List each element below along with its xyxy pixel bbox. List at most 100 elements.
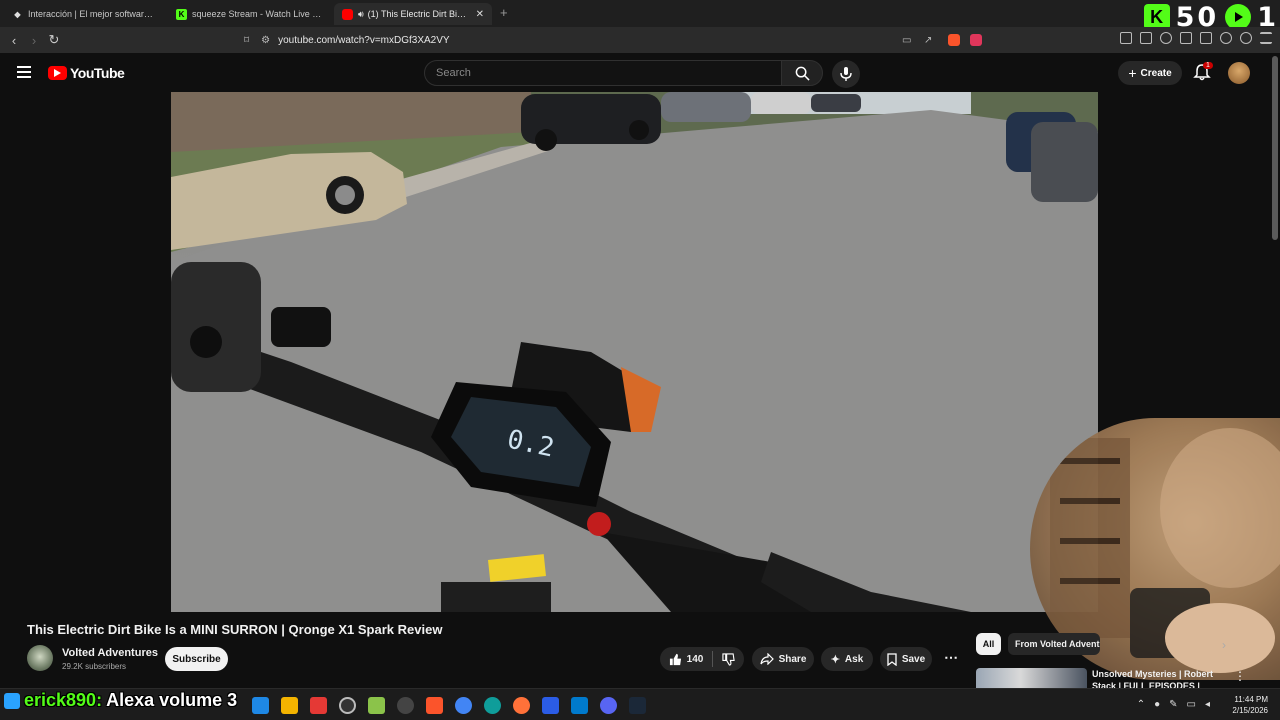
subscribe-button[interactable]: Subscribe	[165, 647, 228, 671]
page-scrollbar[interactable]	[1272, 56, 1278, 240]
share-button[interactable]: Share	[752, 647, 814, 671]
chat-username: erick890:	[24, 690, 103, 710]
youtube-icon	[342, 8, 353, 20]
menu-icon[interactable]	[1260, 32, 1272, 44]
new-tab-button[interactable]: +	[500, 5, 508, 20]
speaker-icon: 🔊︎	[358, 8, 364, 19]
recommendation-menu-icon[interactable]: ⋮	[1234, 669, 1246, 683]
voice-search-button[interactable]	[832, 60, 860, 88]
dislike-button[interactable]	[722, 652, 736, 666]
stream-chat-overlay: erick890: Alexa volume 3	[4, 690, 237, 711]
address-bar[interactable]: ⌑ ⚙︎ youtube.com/watch?v=mxDGf3XA2VY ▭ ↗	[244, 30, 994, 50]
ask-button[interactable]: ✦ Ask	[821, 647, 873, 671]
reload-icon[interactable]: ↻	[44, 32, 64, 48]
video-player[interactable]: 0.2	[171, 92, 1098, 612]
discord-icon[interactable]	[600, 697, 617, 714]
chat-message: Alexa volume 3	[106, 690, 238, 710]
chat-badge-icon	[4, 692, 20, 709]
wallet-icon[interactable]	[1140, 32, 1152, 44]
forward-icon[interactable]: ›	[24, 33, 44, 48]
create-button[interactable]: + Create	[1118, 61, 1182, 85]
screen: ◆ Interacción | El mejor software para p…	[0, 0, 1280, 720]
subscriber-count: 29.2K subscribers	[62, 662, 127, 671]
share-page-icon[interactable]: ↗	[924, 35, 932, 46]
app-icon[interactable]	[397, 697, 414, 714]
notification-badge: 1	[1203, 62, 1213, 69]
shield-icon[interactable]	[368, 697, 385, 714]
diamond-icon: ◆	[14, 9, 21, 19]
save-button[interactable]: Save	[880, 647, 932, 671]
tab-kick-stream[interactable]: K squeeze Stream - Watch Live on Kick	[168, 3, 333, 25]
account-avatar[interactable]	[1228, 62, 1250, 84]
music-icon[interactable]	[1160, 32, 1172, 44]
mic-tray-icon[interactable]: ●	[1154, 699, 1160, 710]
url-text: youtube.com/watch?v=mxDGf3XA2VY	[278, 34, 450, 46]
recommendation-title[interactable]: Unsolved Mysteries | Robert Stack | FULL…	[1092, 668, 1220, 690]
youtube-logo[interactable]: YouTube	[48, 65, 125, 81]
brave-icon[interactable]	[426, 697, 443, 714]
search-input[interactable]: Search	[424, 60, 782, 86]
volume-icon[interactable]: ◂	[1205, 699, 1210, 710]
create-label: Create	[1140, 67, 1172, 79]
chip-all[interactable]: All	[976, 633, 1001, 655]
site-info-icon[interactable]: ⚙︎	[261, 35, 270, 46]
chevron-right-icon[interactable]: ›	[1222, 638, 1226, 652]
like-button[interactable]: 140	[669, 653, 703, 666]
youtube-play-icon	[48, 66, 67, 80]
pen-icon[interactable]: ✎	[1169, 699, 1177, 710]
monitor-icon[interactable]: ▭	[1187, 699, 1196, 710]
app-icon[interactable]	[339, 697, 356, 714]
edge-icon[interactable]	[484, 697, 501, 714]
more-actions-icon[interactable]: ⋯	[944, 649, 958, 666]
brave-rewards-icon[interactable]	[970, 34, 982, 46]
back-icon[interactable]: ‹	[4, 33, 24, 48]
share-label: Share	[778, 653, 807, 665]
app-icon[interactable]	[542, 697, 559, 714]
like-divider	[712, 651, 714, 667]
wallet-card-icon[interactable]	[1200, 32, 1212, 44]
tab-label: squeeze Stream - Watch Live on Kick	[192, 9, 325, 19]
search-button[interactable]	[781, 60, 823, 86]
clock-time: 11:44 PM	[1234, 695, 1268, 704]
firefox-icon[interactable]	[513, 697, 530, 714]
netflix-icon[interactable]	[310, 697, 327, 714]
ask-label: Ask	[844, 653, 864, 665]
cast-icon[interactable]: ▭	[902, 35, 911, 46]
leo-icon[interactable]	[1220, 32, 1232, 44]
browser-tab-strip: ◆ Interacción | El mejor software para p…	[0, 0, 1280, 27]
plus-icon: +	[1128, 65, 1137, 81]
browser-toolbar: ‹ › ↻ ⌑ ⚙︎ youtube.com/watch?v=mxDGf3XA2…	[0, 27, 1280, 53]
chevron-up-icon[interactable]: ⌃	[1137, 699, 1145, 710]
recommendation-thumbnail[interactable]	[976, 668, 1087, 690]
kick-icon: K	[176, 8, 187, 20]
extension-icons	[1120, 32, 1272, 44]
taskbar-apps	[252, 697, 646, 714]
vpn-icon[interactable]	[1240, 32, 1252, 44]
vscode-icon[interactable]	[571, 697, 588, 714]
share-icon	[759, 653, 774, 665]
video-frame: 0.2	[171, 92, 1098, 612]
bookmark-save-icon	[887, 652, 897, 666]
save-label: Save	[901, 653, 926, 665]
brave-shields-icon[interactable]	[948, 34, 960, 46]
sidebar-icon[interactable]	[1180, 32, 1192, 44]
app-icon[interactable]	[252, 697, 269, 714]
channel-name[interactable]: Volted Adventures	[62, 647, 158, 659]
channel-avatar[interactable]	[27, 645, 53, 671]
guide-menu-icon[interactable]	[17, 66, 31, 78]
tab-youtube-video[interactable]: 🔊︎ (1) This Electric Dirt Bike Is a M ✕	[334, 3, 492, 25]
close-icon[interactable]: ✕	[476, 9, 484, 20]
system-clock[interactable]: 11:44 PM 2/15/2026	[1232, 694, 1268, 716]
tab-label: (1) This Electric Dirt Bike Is a M	[367, 9, 470, 19]
bookmark-icon[interactable]: ⌑	[244, 35, 249, 46]
clock-date: 2/15/2026	[1232, 706, 1268, 715]
chrome-icon[interactable]	[455, 697, 472, 714]
extensions-icon[interactable]	[1120, 32, 1132, 44]
steam-icon[interactable]	[629, 697, 646, 714]
system-tray: ⌃ ● ✎ ▭ ◂	[1137, 699, 1210, 710]
file-explorer-icon[interactable]	[281, 697, 298, 714]
tab-interaccion[interactable]: ◆ Interacción | El mejor software para p	[4, 3, 164, 25]
tab-label: Interacción | El mejor software para p	[28, 9, 156, 19]
video-title: This Electric Dirt Bike Is a MINI SURRON…	[27, 622, 443, 637]
chip-from-channel[interactable]: From Volted Adventures	[1008, 633, 1100, 655]
